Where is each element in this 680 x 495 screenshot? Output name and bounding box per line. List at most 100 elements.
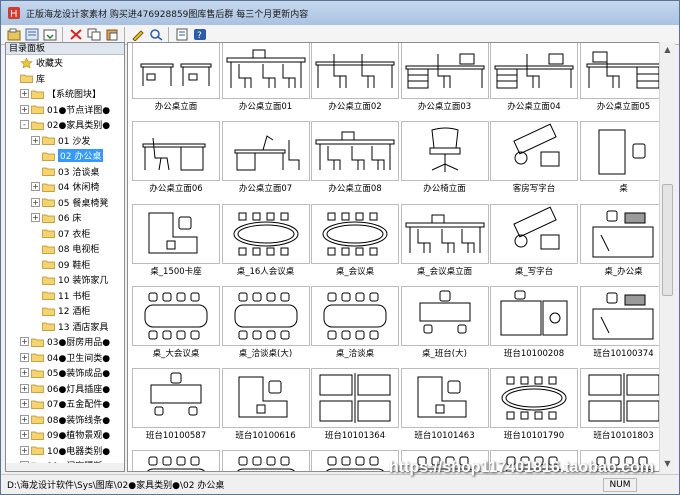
expand-icon[interactable]: + bbox=[20, 445, 29, 455]
expand-icon[interactable]: + bbox=[31, 197, 40, 207]
folder-icon bbox=[42, 322, 55, 332]
thumbnail-image[interactable] bbox=[311, 43, 399, 99]
tree-item[interactable]: +06 床 bbox=[6, 210, 124, 226]
open-icon[interactable] bbox=[5, 26, 22, 43]
thumbnail-image[interactable] bbox=[221, 204, 310, 264]
tree-item[interactable]: 07 衣柜 bbox=[6, 226, 124, 242]
tree-item[interactable]: +05 餐桌椅凳 bbox=[6, 195, 124, 211]
tree-item[interactable]: +04●卫生间类● bbox=[6, 350, 124, 366]
status-path: D:\海龙设计软件\Sys\图库\02●家具类别●\02 办公桌 bbox=[7, 481, 225, 491]
thumbnail-image[interactable] bbox=[311, 204, 399, 264]
thumbnail-image[interactable] bbox=[311, 368, 399, 428]
expand-icon[interactable]: + bbox=[20, 352, 29, 362]
thumbnail-image[interactable] bbox=[132, 43, 220, 99]
thumbnail-image[interactable] bbox=[132, 204, 220, 264]
tree-item[interactable]: 收藏夹 bbox=[6, 55, 124, 71]
thumbnail-image[interactable] bbox=[579, 286, 660, 346]
thumbnail-image[interactable] bbox=[400, 204, 489, 264]
help-icon[interactable]: ? bbox=[191, 26, 208, 43]
replace-icon[interactable] bbox=[147, 26, 164, 43]
expand-icon[interactable]: + bbox=[20, 104, 29, 114]
tree-item[interactable]: +03●厨房用品● bbox=[6, 334, 124, 350]
thumbnail-image[interactable] bbox=[311, 121, 399, 181]
tree-item[interactable]: 11 书柜 bbox=[6, 288, 124, 304]
tree-item[interactable]: 13 酒店家具 bbox=[6, 319, 124, 335]
thumbnail-image[interactable] bbox=[490, 121, 578, 181]
scrollbar-thumb[interactable] bbox=[662, 184, 673, 296]
tree-item[interactable]: +08●装饰线条● bbox=[6, 412, 124, 428]
expand-icon[interactable]: + bbox=[20, 368, 29, 378]
expand-icon[interactable]: + bbox=[31, 182, 40, 192]
tree-item-label: 01●节点详图● bbox=[47, 105, 111, 116]
tree-item[interactable]: +05●装饰成品● bbox=[6, 365, 124, 381]
thumbnail-caption: 办公桌立面08 bbox=[328, 184, 382, 194]
library-icon[interactable] bbox=[23, 26, 40, 43]
expand-icon[interactable]: + bbox=[20, 414, 29, 424]
tree-item[interactable]: 09 鞋柜 bbox=[6, 257, 124, 273]
tree-item[interactable]: 库 bbox=[6, 71, 124, 87]
tree-item[interactable]: 12 酒柜 bbox=[6, 303, 124, 319]
cad-block-preview bbox=[238, 376, 287, 418]
thumbnail-scrollbar[interactable]: ▲ ▼ bbox=[659, 42, 675, 472]
thumbnail-image[interactable] bbox=[490, 368, 578, 428]
tree-item[interactable]: - 02●家具类别● bbox=[6, 117, 124, 133]
thumbnail-image[interactable] bbox=[490, 43, 578, 99]
thumbnail-image[interactable] bbox=[400, 368, 489, 428]
thumbnail-image[interactable] bbox=[311, 450, 399, 471]
expand-icon[interactable]: + bbox=[20, 430, 29, 440]
tree-item[interactable]: +10●电器类别● bbox=[6, 443, 124, 459]
tree-item[interactable]: +07●五金配件● bbox=[6, 396, 124, 412]
thumbnail-image[interactable] bbox=[579, 368, 660, 428]
thumbnail-image[interactable] bbox=[221, 121, 310, 181]
tree-item[interactable]: +01●节点详图● bbox=[6, 102, 124, 118]
thumbnail-image[interactable] bbox=[132, 450, 220, 471]
delete-icon[interactable] bbox=[67, 26, 84, 43]
scroll-down-icon[interactable]: ▼ bbox=[660, 456, 675, 472]
tree-item[interactable]: 02 办公桌 bbox=[6, 148, 124, 164]
scroll-up-icon[interactable]: ▲ bbox=[660, 42, 675, 58]
thumbnail-image[interactable] bbox=[579, 43, 660, 99]
thumbnail-image[interactable] bbox=[132, 368, 220, 428]
expand-icon[interactable]: + bbox=[20, 383, 29, 393]
import-icon[interactable] bbox=[41, 26, 58, 43]
thumbnail-image[interactable] bbox=[132, 286, 220, 346]
tree-item[interactable]: +09●植物景观● bbox=[6, 427, 124, 443]
thumbnail-image[interactable] bbox=[400, 286, 489, 346]
thumbnail-image[interactable] bbox=[132, 121, 220, 181]
thumbnail-image[interactable] bbox=[400, 121, 489, 181]
thumbnail-image[interactable] bbox=[490, 204, 578, 264]
edit-icon[interactable] bbox=[129, 26, 146, 43]
expand-icon[interactable]: + bbox=[20, 89, 29, 99]
thumbnail-image[interactable] bbox=[490, 286, 578, 346]
thumbnail-image[interactable] bbox=[579, 121, 660, 181]
tree-item[interactable]: +04 休闲椅 bbox=[6, 179, 124, 195]
panel-header: 目录面板 bbox=[6, 43, 124, 55]
tree-item-label: 06●灯具插座● bbox=[47, 384, 111, 395]
tree-item[interactable]: + 【系统图块】 bbox=[6, 86, 124, 102]
thumbnail-image[interactable] bbox=[221, 368, 310, 428]
tree-item[interactable]: 10 装饰家几 bbox=[6, 272, 124, 288]
thumbnail-image[interactable] bbox=[311, 286, 399, 346]
expand-icon[interactable]: + bbox=[20, 399, 29, 409]
tree-horizontal-scrollbar[interactable] bbox=[6, 463, 124, 471]
thumbnail-image[interactable] bbox=[221, 43, 310, 99]
expand-icon[interactable]: + bbox=[31, 135, 40, 145]
thumbnail-caption: 桌_洽谈桌 bbox=[335, 349, 375, 359]
collapse-icon[interactable]: - bbox=[20, 120, 29, 130]
paste-icon[interactable] bbox=[103, 26, 120, 43]
expand-icon[interactable]: + bbox=[20, 337, 29, 347]
copy-icon[interactable] bbox=[85, 26, 102, 43]
folder-icon bbox=[31, 400, 44, 409]
tree-item[interactable]: +01 沙发 bbox=[6, 133, 124, 149]
thumbnail-caption: 班台10100374 bbox=[593, 349, 654, 359]
info-icon[interactable] bbox=[173, 26, 190, 43]
tree-item-label: 04 休闲椅 bbox=[58, 183, 100, 194]
tree-item[interactable]: +06●灯具插座● bbox=[6, 381, 124, 397]
tree-item[interactable]: 03 洽谈桌 bbox=[6, 164, 124, 180]
expand-icon[interactable]: + bbox=[31, 213, 40, 223]
thumbnail-image[interactable] bbox=[400, 43, 489, 99]
thumbnail-image[interactable] bbox=[221, 450, 310, 471]
tree-item[interactable]: 08 电视柜 bbox=[6, 241, 124, 257]
thumbnail-image[interactable] bbox=[579, 204, 660, 264]
thumbnail-image[interactable] bbox=[221, 286, 310, 346]
